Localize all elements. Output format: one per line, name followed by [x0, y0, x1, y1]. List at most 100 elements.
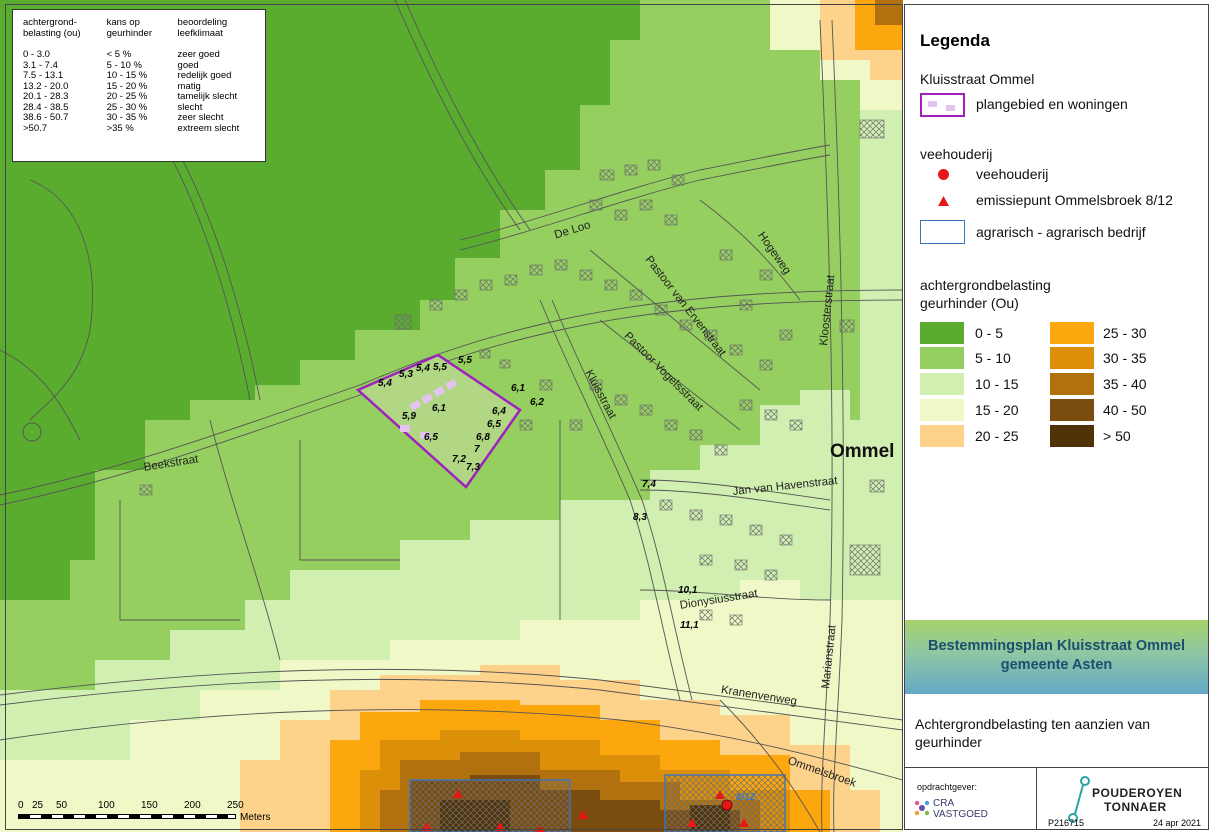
plan-title-line2: gemeente Asten [1000, 657, 1113, 673]
table-row: 7.5 - 13.1 10 - 15 % redelijk goed [23, 70, 265, 82]
swatch-label: 10 - 15 [975, 376, 1019, 392]
value-label: 6,1 [511, 383, 525, 394]
plan-area-swatch [920, 93, 965, 117]
cell: 38.6 - 50.7 [23, 112, 69, 123]
cell: >35 % [106, 122, 134, 134]
value-label: 11,1 [680, 620, 699, 631]
header-beoordeling: beoordeling leefklimaat [177, 17, 228, 39]
cell: 0 - 3.0 [23, 49, 50, 60]
value-label: 6,5 [487, 419, 501, 430]
legend-plan-label: plangebied en woningen [976, 96, 1128, 112]
veehouderij-dot-icon [938, 169, 949, 180]
swatch-label: > 50 [1103, 428, 1131, 444]
consultant-name: POUDEROYEN TONNAER [1092, 786, 1182, 814]
value-label: 6,2 [530, 397, 544, 408]
swatch-label: 35 - 40 [1103, 376, 1147, 392]
swatch-label: 30 - 35 [1103, 350, 1147, 366]
cell: 30 - 35 % [106, 112, 148, 123]
class-table: achtergrond- belasting (ou) kans op geur… [12, 9, 266, 162]
table-row: 0 - 3.0 < 5 % zeer goed [23, 49, 265, 61]
veehouderij-point[interactable] [721, 799, 733, 811]
scale-tick: 150 [141, 800, 158, 811]
value-label: 7,3 [466, 462, 480, 473]
scale-tick: 25 [32, 800, 44, 811]
legend-group-belasting-1: achtergrondbelasting [920, 277, 1051, 293]
client-line2: VASTGOED [933, 809, 988, 820]
value-label: 6,5 [424, 432, 438, 443]
value-label: 5,4 [416, 363, 430, 374]
value-label: 5,9 [402, 411, 416, 422]
swatch-30-35 [1050, 347, 1094, 369]
value-label: 5,5 [433, 362, 447, 373]
scale-tick: 250 [227, 800, 244, 811]
scale-tick: 100 [98, 800, 115, 811]
footer: opdrachtgever: CRA VASTGOED POUDEROYEN T… [905, 767, 1208, 830]
value-label: 5,5 [458, 355, 472, 366]
header-belasting: achtergrond- belasting (ou) [23, 17, 81, 39]
legend-group-belasting-2: geurhinder (Ou) [920, 295, 1019, 311]
cell: >50.7 [23, 122, 48, 134]
swatch-15-20 [920, 399, 964, 421]
cell: zeer slecht [177, 112, 224, 123]
legend-group-veehouderij: veehouderij [920, 146, 993, 162]
cell: tamelijk slecht [177, 91, 238, 102]
value-label: 8,3 [633, 512, 647, 523]
scale-unit: Meters [240, 812, 271, 823]
cell: 20.1 - 28.3 [23, 91, 69, 102]
value-label: 10,1 [678, 585, 698, 596]
table-row: 38.6 - 50.7 30 - 35 % zeer slecht [23, 112, 265, 124]
map-description: Achtergrondbelasting ten aanzien van geu… [915, 716, 1151, 750]
swatch-label: 15 - 20 [975, 402, 1019, 418]
plan-title-banner: Bestemmingsplan Kluisstraat Ommel gemeen… [905, 620, 1208, 694]
cell: extreem slecht [177, 122, 240, 134]
scale-bar-graphic [18, 814, 236, 819]
zone-east-10-15 [860, 110, 903, 420]
legend-panel: Legenda Kluisstraat Ommel plangebied en … [904, 4, 1209, 830]
legend-group-kluisstraat: Kluisstraat Ommel [920, 71, 1035, 87]
scale-tick: 50 [56, 800, 68, 811]
value-label: 5,4 [378, 378, 392, 389]
scale-tick: 0 [18, 800, 24, 811]
consultant-line2: TONNAER [1104, 800, 1167, 814]
swatch-10-15 [920, 373, 964, 395]
swatch-5-10 [920, 347, 964, 369]
cell: < 5 % [106, 49, 132, 60]
client-line1: CRA [933, 798, 955, 809]
class-table-header: achtergrond- belasting (ou) kans op geur… [23, 17, 265, 39]
value-label: 5,3 [399, 369, 413, 380]
consultant-line1: POUDEROYEN [1092, 786, 1183, 800]
cell: 20 - 25 % [106, 91, 148, 102]
cell: redelijk goed [177, 70, 232, 81]
swatch-label: 5 - 10 [975, 350, 1011, 366]
footer-divider [1036, 768, 1037, 830]
value-label: 7,4 [642, 479, 656, 490]
town-label: Ommel [830, 441, 895, 462]
project-number: P216715 [1048, 818, 1085, 828]
value-label: 6,8 [476, 432, 490, 443]
table-row: 20.1 - 28.3 20 - 25 % tamelijk slecht [23, 91, 265, 103]
swatch-label: 25 - 30 [1103, 325, 1147, 341]
legend-veehouderij-label: veehouderij [976, 166, 1049, 182]
header-kans: kans op geurhinder [106, 17, 152, 39]
cra-logo-icon [914, 800, 930, 816]
map-date: 24 apr 2021 [1153, 818, 1202, 828]
swatch-label: 0 - 5 [975, 325, 1004, 341]
cell: zeer goed [177, 49, 220, 60]
plan-title-line1: Bestemmingsplan Kluisstraat Ommel [927, 638, 1186, 654]
agrarisch-swatch [920, 220, 965, 244]
swatch-label: 20 - 25 [975, 428, 1019, 444]
class-table-rows: 0 - 3.0 < 5 % zeer goed 3.1 - 7.4 5 - 10 % g… [23, 49, 265, 134]
scale-tick: 200 [184, 800, 201, 811]
value-label: 7 [474, 444, 480, 455]
value-label: 6,1 [432, 403, 446, 414]
pouderoyen-logo-icon [1068, 776, 1090, 823]
swatch-20-25 [920, 425, 964, 447]
swatch-40-50 [1050, 399, 1094, 421]
swatch-gt-50 [1050, 425, 1094, 447]
client-name: CRA VASTGOED [933, 798, 988, 820]
swatch-0-5 [920, 322, 964, 344]
value-label: 7,2 [452, 454, 466, 465]
legend-title: Legenda [920, 31, 990, 50]
swatch-label: 40 - 50 [1103, 402, 1147, 418]
value-label: 6,4 [492, 406, 506, 417]
